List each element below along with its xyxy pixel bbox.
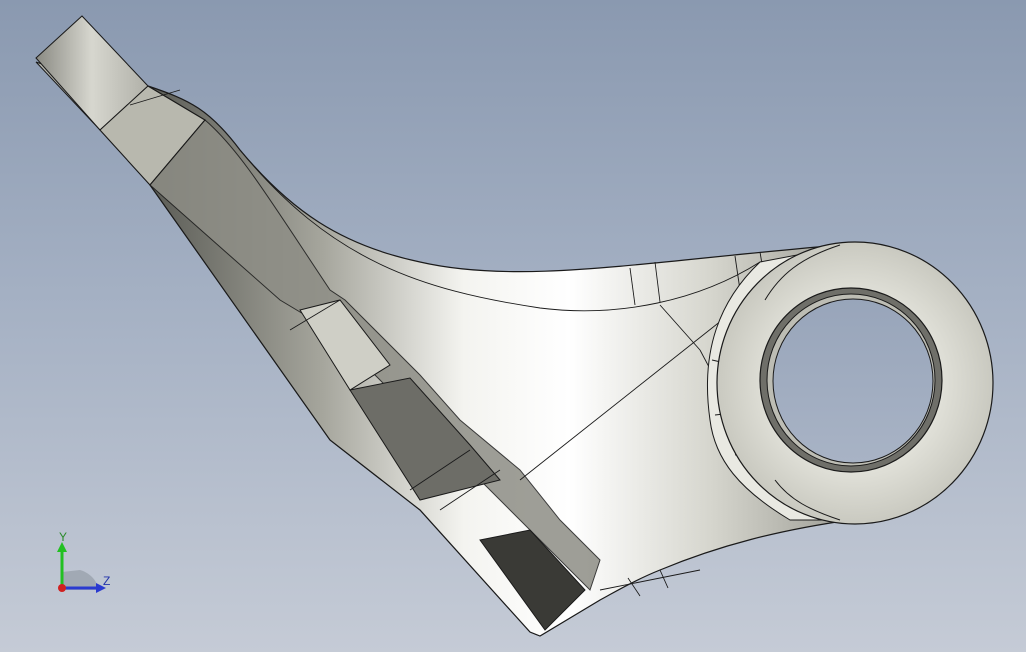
bore-hole (759, 287, 943, 473)
view-triad: Y Z (40, 530, 130, 610)
triad-y-label: Y (59, 530, 68, 544)
graphics-viewport[interactable]: Y Z (0, 0, 1026, 652)
triad-axes-icon (57, 542, 106, 593)
triad-z-label: Z (103, 574, 111, 588)
3d-model-view[interactable] (0, 0, 1026, 652)
